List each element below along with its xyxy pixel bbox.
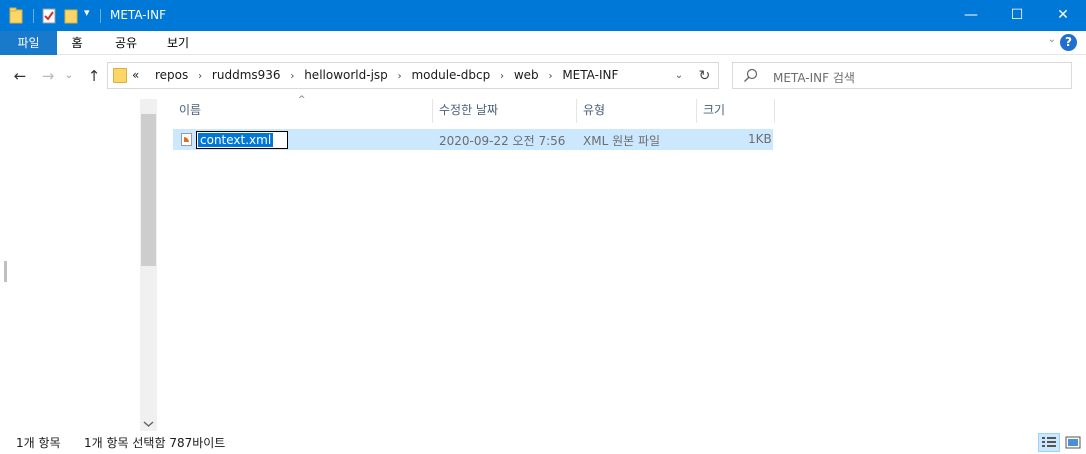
forward-button[interactable]: → xyxy=(38,66,58,86)
chevron-right-icon[interactable]: › xyxy=(549,71,553,82)
breadcrumb: « › repos › ruddms936 › helloworld-jsp ›… xyxy=(132,68,618,82)
search-icon xyxy=(744,68,758,82)
back-button[interactable]: ← xyxy=(10,66,30,86)
folder-icon xyxy=(9,7,23,24)
help-icon[interactable]: ? xyxy=(1060,34,1077,51)
xml-file-icon xyxy=(181,133,192,146)
chevron-right-icon[interactable]: › xyxy=(500,71,504,82)
expand-ribbon-icon[interactable]: ⌄ xyxy=(1048,34,1056,45)
ribbon-tabs: 파일 홈 공유 보기 ⌄ ? xyxy=(0,31,1086,55)
details-view-icon xyxy=(1042,437,1056,447)
status-bar: 1개 항목 1개 항목 선택함 787바이트 xyxy=(0,432,1086,454)
column-header-date[interactable]: 수정한 날짜 xyxy=(433,99,577,123)
folder-icon xyxy=(113,68,127,83)
chevron-right-icon[interactable]: › xyxy=(198,71,202,82)
item-count: 1개 항목 xyxy=(16,436,61,450)
table-row[interactable]: context.xml 2020-09-22 오전 7:56 XML 원본 파일… xyxy=(173,129,773,150)
tab-view[interactable]: 보기 xyxy=(160,31,196,55)
toolbar-separator xyxy=(100,9,101,23)
details-view-button[interactable] xyxy=(1038,433,1060,452)
search-box[interactable]: META-INF 검색 xyxy=(732,62,1072,89)
breadcrumb-web[interactable]: web xyxy=(514,68,539,82)
rename-field[interactable]: context.xml xyxy=(196,131,288,149)
tab-file[interactable]: 파일 xyxy=(0,31,57,55)
chevron-right-icon[interactable]: › xyxy=(398,71,402,82)
properties-icon[interactable] xyxy=(41,7,57,25)
breadcrumb-overflow[interactable]: « xyxy=(132,68,139,82)
window-title: META-INF xyxy=(110,8,167,22)
minimize-button[interactable]: — xyxy=(948,0,994,31)
breadcrumb-repos[interactable]: repos xyxy=(155,68,188,82)
navigation-pane-scrollbar[interactable] xyxy=(140,99,157,431)
file-name-input[interactable]: context.xml xyxy=(198,133,274,147)
address-history-dropdown[interactable]: ⌄ xyxy=(671,66,687,86)
file-type: XML 원본 파일 xyxy=(583,134,661,148)
title-bar: ▾ META-INF — ☐ ✕ xyxy=(0,0,1086,31)
breadcrumb-meta-inf[interactable]: META-INF xyxy=(562,68,618,82)
breadcrumb-helloworld-jsp[interactable]: helloworld-jsp xyxy=(304,68,388,82)
breadcrumb-ruddms936[interactable]: ruddms936 xyxy=(212,68,281,82)
breadcrumb-module-dbcp[interactable]: module-dbcp xyxy=(411,68,490,82)
scroll-down-icon[interactable] xyxy=(140,419,157,429)
up-button[interactable]: ↑ xyxy=(84,66,104,86)
tab-share[interactable]: 공유 xyxy=(108,31,144,55)
address-bar[interactable]: « › repos › ruddms936 › helloworld-jsp ›… xyxy=(107,62,719,89)
large-icons-view-icon xyxy=(1065,436,1081,449)
file-date: 2020-09-22 오전 7:56 xyxy=(439,134,566,148)
refresh-button[interactable]: ↻ xyxy=(691,62,719,89)
column-header-name[interactable]: 이름 xyxy=(173,99,433,123)
customize-toolbar-dropdown[interactable]: ▾ xyxy=(84,6,90,24)
scrollbar-thumb[interactable] xyxy=(141,114,156,266)
close-button[interactable]: ✕ xyxy=(1040,0,1086,31)
pane-resize-grip[interactable] xyxy=(4,261,7,282)
toolbar-separator xyxy=(33,9,34,23)
chevron-right-icon[interactable]: › xyxy=(290,71,294,82)
column-header-type[interactable]: 유형 xyxy=(577,99,697,123)
recent-locations-button[interactable]: ⌄ xyxy=(62,66,76,86)
search-input[interactable]: META-INF 검색 xyxy=(773,69,855,86)
column-header-size[interactable]: 크기 xyxy=(697,99,775,123)
large-icons-view-button[interactable] xyxy=(1062,433,1084,452)
selection-info: 1개 항목 선택함 787바이트 xyxy=(84,436,226,450)
maximize-button[interactable]: ☐ xyxy=(994,0,1040,31)
file-size: 1KB xyxy=(748,132,772,146)
new-folder-icon[interactable] xyxy=(64,7,78,25)
tab-home[interactable]: 홈 xyxy=(62,31,92,55)
